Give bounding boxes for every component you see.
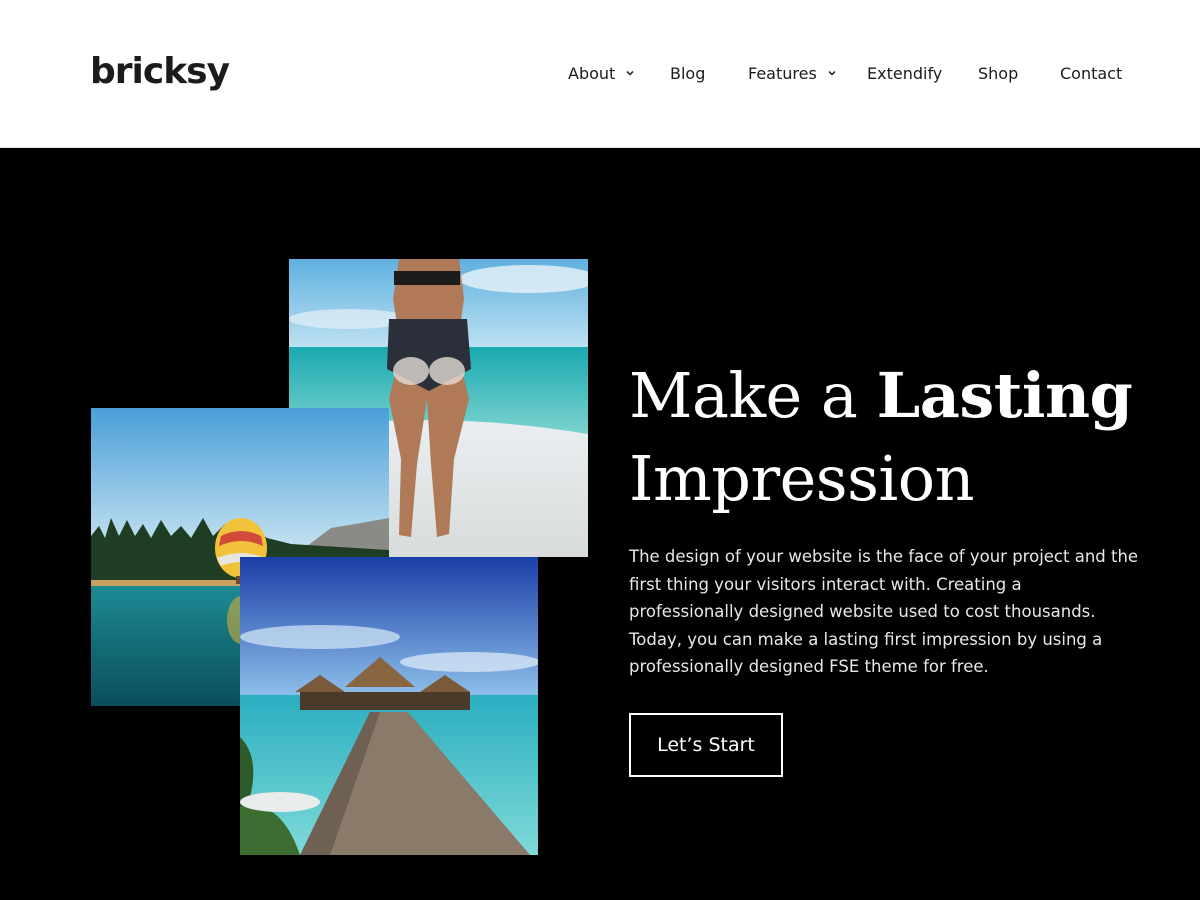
- headline-emphasis: Lasting: [876, 359, 1133, 432]
- overwater-pier-photo: [240, 557, 538, 855]
- chevron-down-icon[interactable]: [827, 68, 837, 78]
- nav-item-extendify[interactable]: Extendify: [867, 60, 942, 86]
- nav-item-label: Blog: [670, 63, 706, 83]
- nav-item-label: Extendify: [867, 63, 943, 83]
- headline-text: Make a: [629, 359, 877, 432]
- lets-start-button[interactable]: Let’s Start: [629, 713, 783, 777]
- nav-item-about[interactable]: About: [568, 60, 635, 86]
- chevron-down-icon[interactable]: [625, 68, 635, 78]
- nav-item-shop[interactable]: Shop: [978, 60, 1018, 86]
- headline-text-line2: Impression: [629, 442, 975, 515]
- hero-headline: Make a Lasting Impression: [629, 354, 1149, 520]
- nav-item-label: Features: [748, 63, 817, 83]
- nav-item-label: About: [568, 63, 616, 83]
- hero-section: Make a Lasting Impression The design of …: [0, 149, 1200, 900]
- nav-item-contact[interactable]: Contact: [1060, 60, 1122, 86]
- nav-item-label: Shop: [978, 63, 1019, 83]
- nav-item-label: Contact: [1060, 63, 1123, 83]
- hero-description: The design of your website is the face o…: [629, 547, 1139, 677]
- nav-item-features[interactable]: Features: [748, 60, 837, 86]
- nav-item-blog[interactable]: Blog: [670, 60, 705, 86]
- site-header: bricksy About Blog Features Extendify Sh…: [0, 0, 1200, 148]
- main-nav: About Blog Features Extendify Shop Conta…: [0, 60, 1200, 86]
